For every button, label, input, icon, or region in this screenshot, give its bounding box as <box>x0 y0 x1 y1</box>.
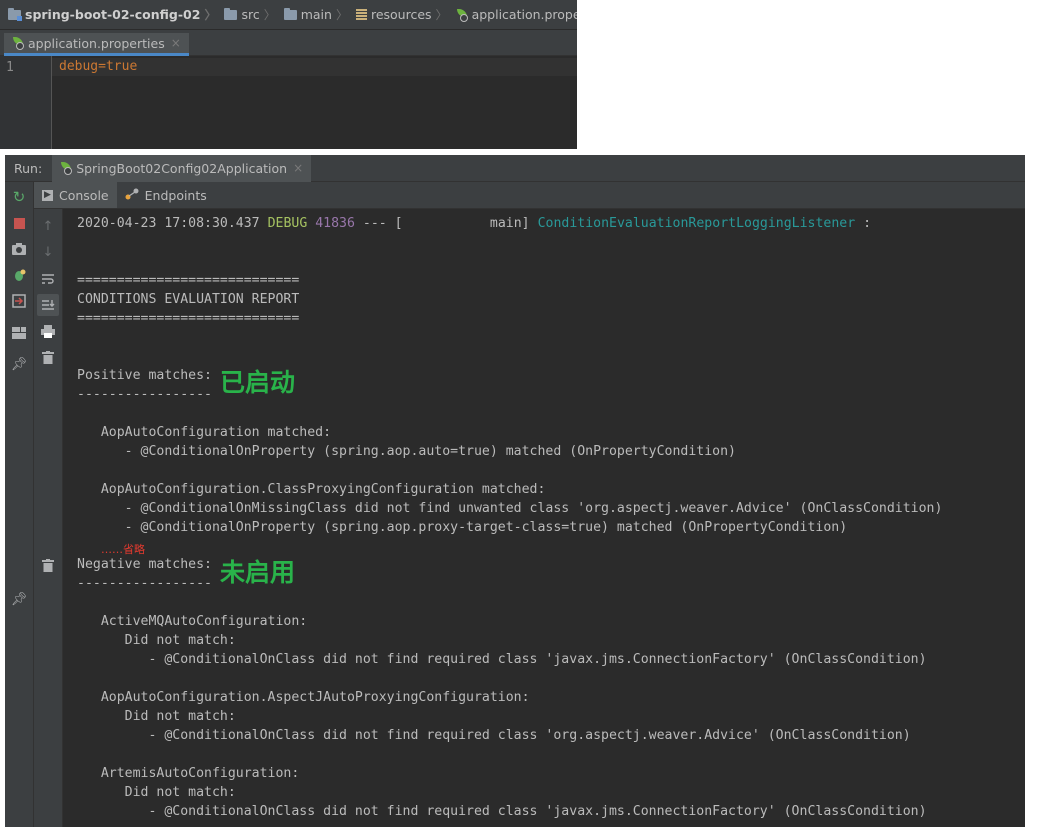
login-enter-icon[interactable] <box>11 293 27 309</box>
spring-properties-icon <box>456 8 468 22</box>
close-icon[interactable]: × <box>293 161 303 175</box>
tab-run-configuration[interactable]: SpringBoot02Config02Application × <box>52 155 312 182</box>
arrow-up-icon[interactable]: ↑ <box>40 219 56 235</box>
code-line[interactable]: debug=true <box>59 59 137 74</box>
log-logger: ConditionEvaluationReportLoggingListener <box>537 216 856 231</box>
close-icon[interactable]: × <box>171 36 181 50</box>
resources-folder-icon <box>355 8 367 21</box>
scroll-to-end-icon[interactable] <box>37 294 59 316</box>
console-line: ActiveMQAutoConfiguration: <box>77 614 308 629</box>
run-subtabs: ▶ Console Endpoints <box>34 182 1025 209</box>
spring-boot-icon <box>60 162 73 175</box>
line-number: 1 <box>6 60 14 75</box>
console-line: - @ConditionalOnProperty (spring.aop.aut… <box>77 444 736 459</box>
breadcrumb-item-resources[interactable]: resources 〉 <box>348 6 448 23</box>
log-pid: 41836 <box>315 216 355 231</box>
console-line: ----------------- <box>77 387 212 402</box>
console-line: ArtemisAutoConfiguration: <box>77 766 300 781</box>
breadcrumb: spring-boot-02-config-02 〉 src 〉 main 〉 … <box>0 0 577 30</box>
breadcrumb-item-file[interactable]: application.properties <box>448 7 577 22</box>
annotation-disabled: 未启用 <box>220 558 296 587</box>
console-line: - @ConditionalOnProperty (spring.aop.pro… <box>77 520 848 535</box>
tab-label: Endpoints <box>144 187 207 203</box>
breadcrumb-item-src[interactable]: src 〉 <box>216 6 276 23</box>
folder-icon <box>283 7 297 20</box>
pin-icon[interactable]: 📌︎ <box>11 357 28 373</box>
stop-icon[interactable] <box>11 215 27 231</box>
debug-bug-icon[interactable] <box>11 267 27 283</box>
console-line: Negative matches: <box>77 557 212 572</box>
breadcrumb-item-main[interactable]: main 〉 <box>276 6 348 23</box>
breadcrumb-label: spring-boot-02-config-02 <box>25 7 201 22</box>
console-line: - @ConditionalOnClass did not find requi… <box>77 652 927 667</box>
log-timestamp: 2020-04-23 17:08:30.437 <box>77 216 260 231</box>
log-line: 2020-04-23 17:08:30.437 DEBUG 41836 --- … <box>77 216 871 231</box>
trash-icon[interactable] <box>40 557 56 573</box>
run-tool-window: Run: SpringBoot02Config02Application × ↻… <box>5 155 1025 827</box>
spring-properties-icon <box>12 37 24 50</box>
console-line: AopAutoConfiguration.AspectJAutoProxying… <box>77 690 530 705</box>
console-line: Did not match: <box>77 785 236 800</box>
pin-icon[interactable]: 📌︎ <box>11 592 28 608</box>
line-number-gutter: 1 <box>0 56 52 149</box>
endpoints-icon <box>125 188 139 203</box>
console-actions-toolbar: ↑ ↓ <box>34 209 63 827</box>
tab-label: application.properties <box>28 35 165 51</box>
soft-wrap-icon[interactable] <box>40 271 56 287</box>
annotation-enabled: 已启动 <box>220 368 296 397</box>
breadcrumb-label: resources <box>370 7 432 22</box>
log-thread: --- [ main] <box>362 216 530 231</box>
console-line: Did not match: <box>77 633 236 648</box>
run-label: Run: <box>14 160 43 176</box>
rerun-icon[interactable]: ↻ <box>11 189 27 205</box>
breadcrumb-label: application.properties <box>471 7 577 22</box>
console-line: Positive matches: <box>77 368 212 383</box>
log-level: DEBUG <box>267 216 308 231</box>
folder-icon <box>224 7 238 20</box>
console-line: - @ConditionalOnClass did not find requi… <box>77 804 927 819</box>
tab-endpoints[interactable]: Endpoints <box>117 182 215 208</box>
console-icon: ▶ <box>42 189 53 201</box>
tab-application-properties[interactable]: application.properties × <box>4 33 189 56</box>
console-line: AopAutoConfiguration.ClassProxyingConfig… <box>77 482 546 497</box>
console-line: CONDITIONS EVALUATION REPORT <box>77 292 300 307</box>
tab-label: Console <box>59 187 109 203</box>
console-line: Did not match: <box>77 709 236 724</box>
breadcrumb-item-project[interactable]: spring-boot-02-config-02 〉 <box>0 6 216 23</box>
chevron-right-icon: 〉 <box>263 8 276 22</box>
console-scrollbar[interactable] <box>1013 209 1025 827</box>
camera-icon[interactable] <box>11 241 27 257</box>
console-output[interactable]: 2020-04-23 17:08:30.437 DEBUG 41836 --- … <box>63 209 1025 827</box>
breadcrumb-label: main <box>300 7 332 22</box>
chevron-right-icon: 〉 <box>204 8 217 22</box>
trash-icon[interactable] <box>40 349 56 365</box>
arrow-down-icon[interactable]: ↓ <box>40 245 56 261</box>
breadcrumb-label: src <box>241 7 260 22</box>
tab-console[interactable]: ▶ Console <box>34 182 117 208</box>
console-line: AopAutoConfiguration matched: <box>77 425 332 440</box>
tab-label: SpringBoot02Config02Application <box>76 160 288 176</box>
editor-tab-bar: application.properties × <box>0 30 577 56</box>
annotation-omitted: ……省略 <box>101 543 145 556</box>
layout-icon[interactable] <box>11 325 27 341</box>
console-line: ----------------- <box>77 576 212 591</box>
print-icon[interactable] <box>40 323 56 339</box>
module-folder-icon <box>8 7 22 21</box>
editor-window: spring-boot-02-config-02 〉 src 〉 main 〉 … <box>0 0 577 149</box>
chevron-right-icon: 〉 <box>435 8 448 22</box>
console-line: - @ConditionalOnClass did not find requi… <box>77 728 911 743</box>
chevron-right-icon: 〉 <box>335 8 348 22</box>
console-line: ============================ <box>77 311 300 326</box>
log-colon: : <box>863 216 872 231</box>
run-header: Run: SpringBoot02Config02Application × <box>5 155 1025 182</box>
console-line: - @ConditionalOnMissingClass did not fin… <box>77 501 943 516</box>
run-actions-toolbar: ↻ 📌︎ 📌︎ <box>5 182 34 827</box>
console-line: ============================ <box>77 273 300 288</box>
